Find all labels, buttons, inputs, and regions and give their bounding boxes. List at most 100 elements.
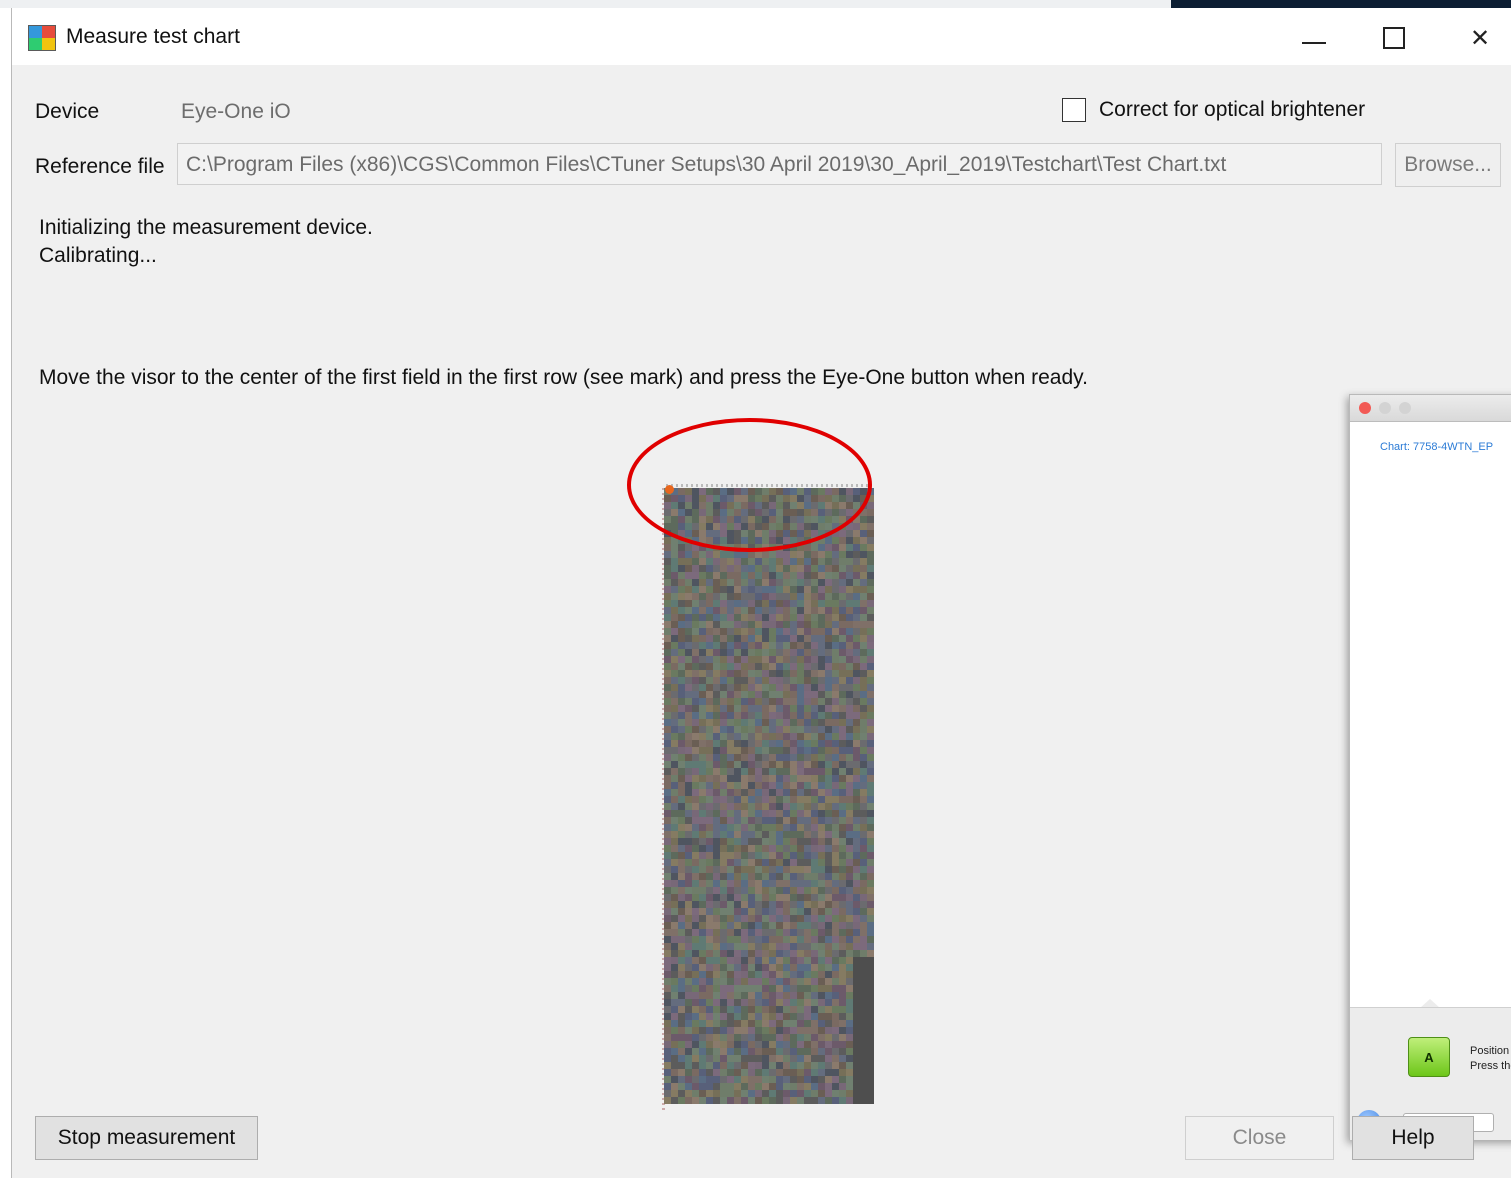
- chart-patch: [748, 852, 755, 859]
- chart-patch: [825, 915, 832, 922]
- chart-patch: [727, 810, 734, 817]
- chart-patch: [755, 565, 762, 572]
- chart-patch: [713, 1097, 720, 1104]
- chart-patch: [804, 740, 811, 747]
- chart-patch: [664, 614, 671, 621]
- chart-patch: [818, 565, 825, 572]
- chart-patch: [762, 887, 769, 894]
- chart-patch: [678, 929, 685, 936]
- chart-patch: [832, 1034, 839, 1041]
- chart-patch: [692, 642, 699, 649]
- maximize-button[interactable]: [1364, 18, 1424, 58]
- chart-patch: [685, 796, 692, 803]
- chart-patch: [804, 1090, 811, 1097]
- chart-patch: [741, 782, 748, 789]
- chart-patch: [713, 929, 720, 936]
- chart-patch: [818, 845, 825, 852]
- help-button[interactable]: Help: [1352, 1116, 1474, 1160]
- chart-patch: [790, 621, 797, 628]
- chart-patch: [832, 964, 839, 971]
- chart-patch: [846, 572, 853, 579]
- chart-patch: [804, 684, 811, 691]
- chart-patch: [734, 908, 741, 915]
- chart-patch: [839, 663, 846, 670]
- chart-patch: [692, 754, 699, 761]
- chart-patch: [811, 810, 818, 817]
- chart-patch: [748, 1083, 755, 1090]
- chart-patch: [860, 782, 867, 789]
- chart-patch: [755, 950, 762, 957]
- chart-patch: [671, 712, 678, 719]
- chart-patch: [853, 894, 860, 901]
- optical-brightener-label[interactable]: Correct for optical brightener: [1099, 98, 1365, 122]
- chart-patch: [804, 663, 811, 670]
- chart-patch: [867, 537, 874, 544]
- chart-patch: [748, 684, 755, 691]
- close-button[interactable]: Close: [1185, 1116, 1334, 1160]
- chart-patch: [839, 992, 846, 999]
- chart-patch: [692, 922, 699, 929]
- chart-patch: [853, 915, 860, 922]
- chart-patch: [720, 1069, 727, 1076]
- chart-patch: [706, 635, 713, 642]
- close-dot-icon[interactable]: [1359, 402, 1371, 414]
- chart-patch: [853, 887, 860, 894]
- close-window-button[interactable]: ✕: [1450, 18, 1510, 58]
- chart-patch: [720, 992, 727, 999]
- chart-patch: [783, 936, 790, 943]
- chart-patch: [804, 887, 811, 894]
- chart-patch: [713, 558, 720, 565]
- chart-patch: [727, 1006, 734, 1013]
- chart-patch: [811, 859, 818, 866]
- chart-patch: [783, 1090, 790, 1097]
- chart-patch: [713, 915, 720, 922]
- chart-patch: [853, 530, 860, 537]
- chart-patch: [699, 957, 706, 964]
- chart-patch: [713, 1020, 720, 1027]
- chart-patch: [839, 908, 846, 915]
- chart-patch: [727, 726, 734, 733]
- reference-file-field[interactable]: C:\Program Files (x86)\CGS\Common Files\…: [177, 143, 1382, 185]
- chart-patch: [790, 740, 797, 747]
- stop-measurement-button[interactable]: Stop measurement: [35, 1116, 258, 1160]
- chart-patch: [825, 887, 832, 894]
- chart-patch: [741, 670, 748, 677]
- chart-patch: [685, 705, 692, 712]
- chart-patch: [783, 726, 790, 733]
- chart-patch: [860, 663, 867, 670]
- chart-patch: [706, 600, 713, 607]
- chart-patch: [776, 754, 783, 761]
- chart-patch: [671, 558, 678, 565]
- chart-patch: [713, 796, 720, 803]
- chart-patch: [685, 943, 692, 950]
- chart-patch: [853, 768, 860, 775]
- chart-patch: [797, 1069, 804, 1076]
- chart-patch: [825, 971, 832, 978]
- chart-patch: [741, 621, 748, 628]
- minimize-button[interactable]: [1284, 18, 1344, 58]
- chart-patch: [664, 1034, 671, 1041]
- chart-patch: [783, 670, 790, 677]
- chart-patch: [720, 733, 727, 740]
- chart-patch: [846, 726, 853, 733]
- chart-patch: [706, 824, 713, 831]
- chart-patch: [720, 1062, 727, 1069]
- chart-patch: [790, 838, 797, 845]
- chart-patch: [804, 922, 811, 929]
- browse-button[interactable]: Browse...: [1395, 143, 1501, 187]
- chart-patch: [783, 971, 790, 978]
- optical-brightener-checkbox[interactable]: [1062, 98, 1086, 122]
- chart-patch: [741, 978, 748, 985]
- chart-patch: [825, 1076, 832, 1083]
- chart-patch: [748, 705, 755, 712]
- chart-patch: [762, 551, 769, 558]
- chart-patch: [678, 1083, 685, 1090]
- chart-patch: [685, 1027, 692, 1034]
- chart-patch: [860, 999, 867, 1006]
- chart-patch: [713, 747, 720, 754]
- chart-patch: [825, 789, 832, 796]
- chart-patch: [839, 614, 846, 621]
- chart-patch: [741, 852, 748, 859]
- chart-patch: [860, 656, 867, 663]
- chart-patch: [755, 992, 762, 999]
